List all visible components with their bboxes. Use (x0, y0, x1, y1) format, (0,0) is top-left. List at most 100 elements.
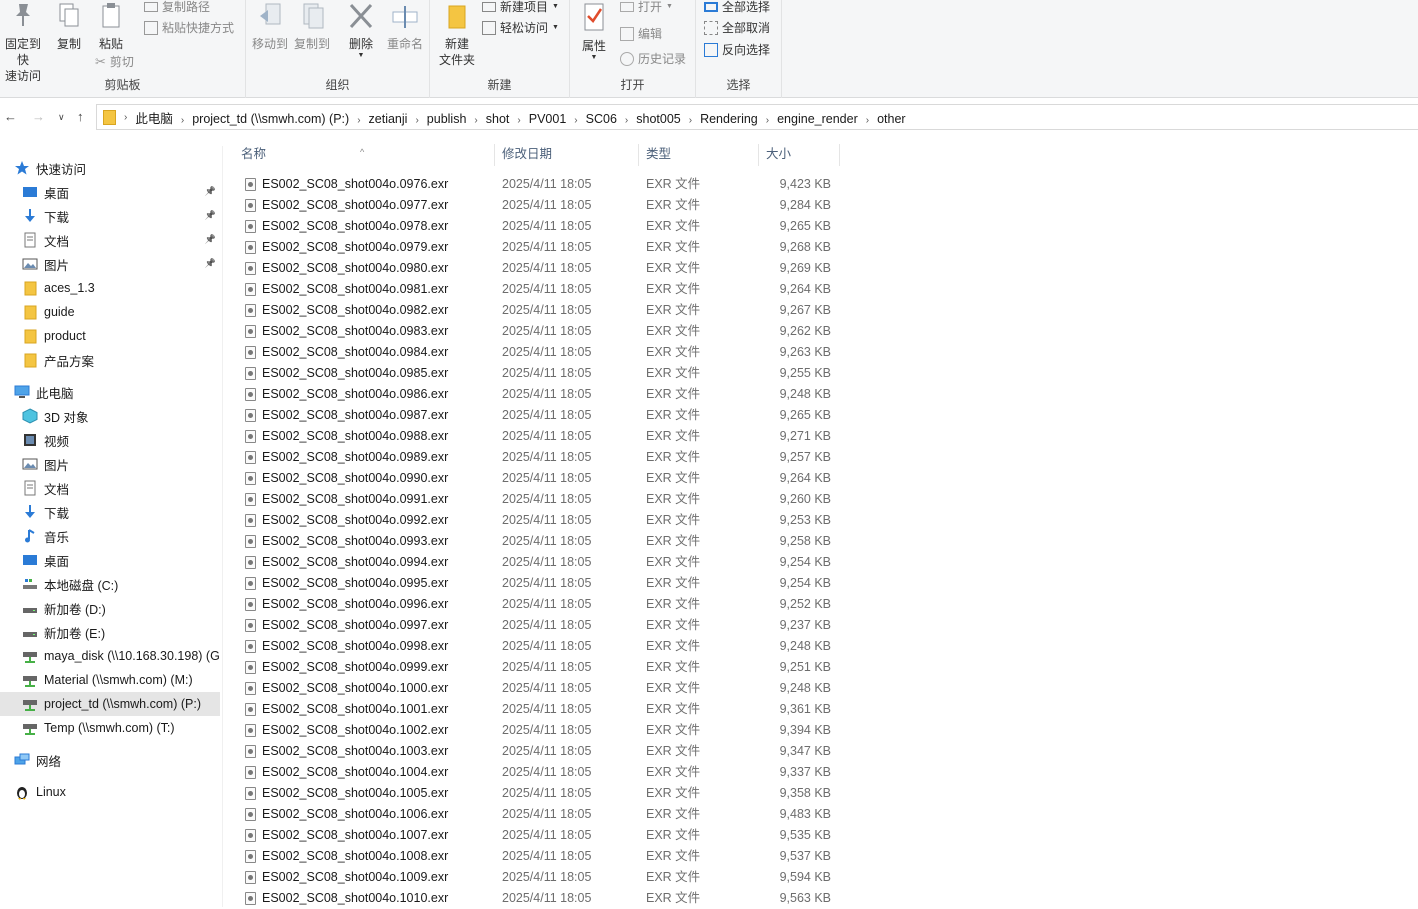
paste-shortcut-button[interactable]: 粘贴快捷方式 (144, 19, 234, 36)
breadcrumb-item[interactable]: other (871, 112, 912, 126)
file-row[interactable]: ES002_SC08_shot004o.0990.exr 2025/4/11 18… (242, 468, 840, 489)
easy-access-button[interactable]: 轻松访问 ▼ (482, 19, 559, 36)
file-row[interactable]: ES002_SC08_shot004o.1007.exr 2025/4/11 18… (242, 825, 840, 846)
open-button[interactable]: 打开 ▼ (620, 0, 673, 15)
file-row[interactable]: ES002_SC08_shot004o.0993.exr 2025/4/11 18… (242, 531, 840, 552)
back-arrow-icon[interactable]: ← (4, 109, 17, 124)
file-row[interactable]: ES002_SC08_shot004o.0978.exr 2025/4/11 18… (242, 216, 840, 237)
nav-qa-item[interactable]: 产品方案 (0, 348, 220, 372)
file-row[interactable]: ES002_SC08_shot004o.0982.exr 2025/4/11 18… (242, 300, 840, 321)
edit-button[interactable]: 编辑 (620, 25, 662, 42)
file-row[interactable]: ES002_SC08_shot004o.0988.exr 2025/4/11 18… (242, 426, 840, 447)
breadcrumb-separator-icon[interactable]: › (355, 115, 362, 126)
file-row[interactable]: ES002_SC08_shot004o.0991.exr 2025/4/11 18… (242, 489, 840, 510)
properties-dropdown-icon[interactable]: ▼ (576, 54, 612, 62)
file-row[interactable]: ES002_SC08_shot004o.1009.exr 2025/4/11 18… (242, 867, 840, 888)
select-none-button[interactable]: 全部取消 (704, 19, 770, 36)
breadcrumb-item[interactable]: shot005 (630, 112, 686, 126)
file-row[interactable]: ES002_SC08_shot004o.0985.exr 2025/4/11 18… (242, 363, 840, 384)
nav-pc-item[interactable]: 视频 (0, 428, 220, 452)
file-row[interactable]: ES002_SC08_shot004o.0999.exr 2025/4/11 18… (242, 657, 840, 678)
copy-path-button[interactable]: 复制路径 (144, 0, 210, 15)
delete-dropdown-icon[interactable]: ▼ (342, 52, 380, 60)
file-row[interactable]: ES002_SC08_shot004o.0986.exr 2025/4/11 18… (242, 384, 840, 405)
file-row[interactable]: ES002_SC08_shot004o.0998.exr 2025/4/11 18… (242, 636, 840, 657)
file-row[interactable]: ES002_SC08_shot004o.0976.exr 2025/4/11 18… (242, 174, 840, 195)
file-row[interactable]: ES002_SC08_shot004o.0992.exr 2025/4/11 18… (242, 510, 840, 531)
nav-quick-access[interactable]: 快速访问 (0, 156, 220, 180)
nav-qa-item[interactable]: 图片 📌 (0, 252, 220, 276)
column-header-size[interactable]: 大小 (757, 144, 840, 166)
file-row[interactable]: ES002_SC08_shot004o.0981.exr 2025/4/11 18… (242, 279, 840, 300)
file-row[interactable]: ES002_SC08_shot004o.0994.exr 2025/4/11 18… (242, 552, 840, 573)
pin-icon[interactable]: 📌 (205, 234, 216, 245)
file-row[interactable]: ES002_SC08_shot004o.0995.exr 2025/4/11 18… (242, 573, 840, 594)
file-row[interactable]: ES002_SC08_shot004o.0979.exr 2025/4/11 18… (242, 237, 840, 258)
column-header-date[interactable]: 修改日期 (493, 144, 639, 166)
nav-pc-item[interactable]: 下载 (0, 500, 220, 524)
nav-pc-item[interactable]: project_td (\\smwh.com) (P:) (0, 692, 220, 716)
file-row[interactable]: ES002_SC08_shot004o.1010.exr 2025/4/11 18… (242, 888, 840, 909)
nav-qa-item[interactable]: guide (0, 300, 220, 324)
nav-pc-item[interactable]: Temp (\\smwh.com) (T:) (0, 716, 220, 740)
up-arrow-icon[interactable]: ↑ (77, 109, 84, 124)
pin-icon[interactable]: 📌 (205, 186, 216, 197)
file-row[interactable]: ES002_SC08_shot004o.0980.exr 2025/4/11 18… (242, 258, 840, 279)
file-row[interactable]: ES002_SC08_shot004o.0997.exr 2025/4/11 18… (242, 615, 840, 636)
breadcrumb-item[interactable]: project_td (\\smwh.com) (P:) (186, 112, 355, 126)
breadcrumb-item[interactable]: SC06 (580, 112, 623, 126)
navigation-pane[interactable]: 快速访问 桌面 📌 下载 📌 文档 📌 图片 📌 aces_1.3 guide product 产品方案… (0, 146, 222, 907)
breadcrumb-item[interactable]: PV001 (523, 112, 573, 126)
address-breadcrumb[interactable]: › 此电脑 › project_td (\\smwh.com) (P:) › zetia… (96, 104, 1418, 130)
pin-icon[interactable]: 📌 (205, 210, 216, 221)
copy-button[interactable]: 复制 (50, 2, 88, 52)
nav-pc-item[interactable]: 新加卷 (E:) (0, 620, 220, 644)
delete-button[interactable]: 删除 ▼ (342, 2, 380, 60)
nav-this-pc[interactable]: 此电脑 (0, 380, 220, 404)
breadcrumb-separator-icon[interactable]: › (764, 115, 771, 126)
file-row[interactable]: ES002_SC08_shot004o.0983.exr 2025/4/11 18… (242, 321, 840, 342)
file-row[interactable]: ES002_SC08_shot004o.1004.exr 2025/4/11 18… (242, 762, 840, 783)
breadcrumb-item[interactable]: publish (421, 112, 473, 126)
file-row[interactable]: ES002_SC08_shot004o.0977.exr 2025/4/11 18… (242, 195, 840, 216)
file-row[interactable]: ES002_SC08_shot004o.1003.exr 2025/4/11 18… (242, 741, 840, 762)
nav-pc-item[interactable]: 本地磁盘 (C:) (0, 572, 220, 596)
nav-pc-item[interactable]: maya_disk (\\10.168.30.198) (G:) (0, 644, 220, 668)
pin-icon[interactable]: 📌 (205, 258, 216, 269)
nav-network[interactable]: 网络 (0, 748, 220, 772)
file-row[interactable]: ES002_SC08_shot004o.1000.exr 2025/4/11 18… (242, 678, 840, 699)
file-row[interactable]: ES002_SC08_shot004o.0984.exr 2025/4/11 18… (242, 342, 840, 363)
nav-pc-item[interactable]: 3D 对象 (0, 404, 220, 428)
rename-button[interactable]: 重命名 (384, 2, 426, 52)
breadcrumb-item[interactable]: Rendering (694, 112, 764, 126)
nav-pc-item[interactable]: 图片 (0, 452, 220, 476)
file-list[interactable]: 名称 ^ 修改日期 类型 大小 ES002_SC08_shot004o.0976… (232, 138, 1418, 907)
nav-pc-item[interactable]: 桌面 (0, 548, 220, 572)
new-folder-button[interactable]: 新建 文件夹 (434, 2, 480, 68)
nav-qa-item[interactable]: aces_1.3 (0, 276, 220, 300)
cut-button[interactable]: ✂ 剪切 (95, 53, 134, 70)
nav-pc-item[interactable]: 文档 (0, 476, 220, 500)
nav-pc-item[interactable]: Material (\\smwh.com) (M:) (0, 668, 220, 692)
file-row[interactable]: ES002_SC08_shot004o.1005.exr 2025/4/11 18… (242, 783, 840, 804)
history-button[interactable]: 历史记录 (620, 50, 686, 67)
move-to-button[interactable]: 移动到 (250, 2, 290, 52)
file-row[interactable]: ES002_SC08_shot004o.1006.exr 2025/4/11 18… (242, 804, 840, 825)
file-row[interactable]: ES002_SC08_shot004o.1008.exr 2025/4/11 18… (242, 846, 840, 867)
pane-divider[interactable] (222, 146, 223, 907)
breadcrumb-item[interactable]: zetianji (363, 112, 414, 126)
file-row[interactable]: ES002_SC08_shot004o.0987.exr 2025/4/11 18… (242, 405, 840, 426)
breadcrumb-item[interactable]: engine_render (771, 112, 864, 126)
nav-pc-item[interactable]: 新加卷 (D:) (0, 596, 220, 620)
forward-arrow-icon[interactable]: → (32, 109, 45, 124)
file-row[interactable]: ES002_SC08_shot004o.1002.exr 2025/4/11 18… (242, 720, 840, 741)
properties-button[interactable]: 属性 ▼ (576, 2, 612, 62)
breadcrumb-separator-icon[interactable]: › (413, 115, 420, 126)
pin-quick-access-button[interactable]: 固定到快 速访问 (0, 2, 46, 84)
column-header-type[interactable]: 类型 (637, 144, 759, 166)
recent-locations-chevron-icon[interactable]: ∨ (58, 112, 65, 123)
nav-qa-item[interactable]: product (0, 324, 220, 348)
breadcrumb-item[interactable]: 此电脑 (129, 112, 179, 126)
nav-pc-item[interactable]: 音乐 (0, 524, 220, 548)
breadcrumb-separator-icon[interactable]: › (687, 115, 694, 126)
